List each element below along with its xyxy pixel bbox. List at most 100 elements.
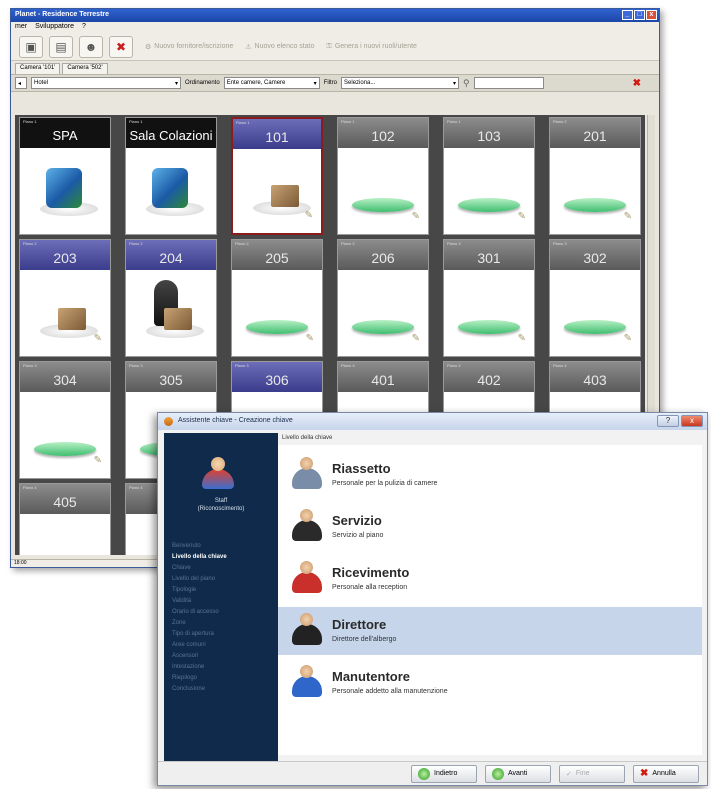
room-tile[interactable]: Piano 2 206 ✎ [337, 239, 429, 357]
room-number: 401 [371, 372, 395, 388]
room-number: 302 [583, 250, 607, 266]
save-icon[interactable]: ▣ [19, 35, 43, 58]
wrench-icon: ✎ [304, 210, 313, 221]
room-tile[interactable]: Piano 1 103 ✎ [443, 117, 535, 235]
room-tile[interactable]: Piano 2 201 ✎ [549, 117, 641, 235]
role-list: Riassetto Personale per la pulizia di cam… [278, 445, 702, 755]
person-icon [292, 509, 322, 541]
room-body: ✎ [20, 270, 110, 356]
room-header: Piano 2 204 [126, 240, 216, 270]
role-title: Riassetto [332, 461, 391, 476]
person-icon [292, 613, 322, 645]
cancel-button[interactable]: ✖ Annulla [633, 764, 699, 783]
wrench-icon: ✎ [93, 333, 102, 344]
role-title: Manutentore [332, 669, 410, 684]
clear-filter-icon[interactable]: ✖ [633, 78, 641, 89]
role-item-manutentore[interactable]: Manutentore Personale addetto alla manute… [278, 659, 702, 707]
person-icon [292, 561, 322, 593]
room-body [20, 148, 110, 234]
room-header: Piano 1 SPA [20, 118, 110, 148]
room-tile[interactable]: Piano 2 203 ✎ [19, 239, 111, 357]
filter-select[interactable]: Seleziona... ▾ [341, 77, 460, 89]
room-floor-label: Piano 2 [23, 241, 37, 246]
room-number: 306 [265, 372, 289, 388]
room-tile[interactable]: Piano 1 101 ✎ [231, 117, 323, 235]
room-header: Piano 2 203 [20, 240, 110, 270]
room-floor-label: Piano 4 [447, 363, 461, 368]
delete-icon[interactable]: ✖ [109, 35, 133, 58]
finish-button[interactable]: ✓ Fine [559, 764, 625, 783]
room-floor-label: Piano 3 [23, 363, 37, 368]
room-tabs: Camera '101' Camera '502' [11, 63, 659, 74]
warning-icon: ⚠ [245, 43, 252, 51]
room-floor-label: Piano 4 [129, 485, 143, 490]
building-select[interactable]: Hotel ▾ [31, 77, 181, 89]
room-number: 403 [583, 372, 607, 388]
room-tile[interactable]: Piano 4 405 [19, 483, 111, 555]
wizard-step: Validità [172, 598, 192, 604]
search-input[interactable] [473, 77, 544, 89]
role-item-direttore[interactable]: Direttore Direttore dell'albergo [278, 607, 702, 655]
check-icon: ✓ [566, 770, 572, 778]
minimize-icon[interactable]: _ [622, 10, 633, 20]
room-header: Piano 3 305 [126, 362, 216, 392]
room-number: 204 [159, 250, 183, 266]
search-icon[interactable]: ⚲ [463, 78, 470, 89]
toolbar-link-new-state[interactable]: ⚠ Nuovo elenco stato [245, 43, 314, 51]
menu-item-sviluppatore[interactable]: Sviluppatore [35, 23, 74, 32]
back-arrow-icon [418, 767, 430, 780]
menu-item-mer[interactable]: mer [15, 23, 27, 32]
room-tile[interactable]: Piano 1 SPA [19, 117, 111, 235]
wrench-icon: ✎ [411, 211, 420, 222]
room-floor-label: Piano 1 [23, 119, 37, 124]
room-tile[interactable]: Piano 3 304 ✎ [19, 361, 111, 479]
wizard-step: Chiave [172, 565, 191, 571]
room-floor-label: Piano 2 [341, 241, 355, 246]
wrench-icon: ✎ [93, 455, 102, 466]
room-free-disc-icon [352, 320, 414, 334]
luggage-icon [164, 308, 192, 330]
room-tile[interactable]: Piano 1 102 ✎ [337, 117, 429, 235]
role-description: Personale addetto alla manutenzione [332, 688, 448, 695]
room-tile[interactable]: Piano 2 204 [125, 239, 217, 357]
room-body: ✎ [20, 392, 110, 478]
document-icon[interactable]: ▤ [49, 35, 73, 58]
wizard-step: Zone [172, 620, 186, 626]
person-icon [292, 457, 322, 489]
tab-camera-101[interactable]: Camera '101' [15, 63, 61, 74]
room-floor-label: Piano 4 [553, 363, 567, 368]
wrench-icon: ✎ [517, 333, 526, 344]
room-header: Piano 3 306 [232, 362, 322, 392]
key-wizard-dialog: Assistente chiave - Creazione chiave ? x… [157, 412, 708, 786]
role-item-riassetto[interactable]: Riassetto Personale per la pulizia di cam… [278, 451, 702, 499]
room-body: ✎ [233, 149, 321, 233]
wrench-icon: ✎ [517, 211, 526, 222]
help-icon[interactable]: ? [657, 415, 679, 427]
users-icon[interactable]: ☻ [79, 35, 103, 58]
nav-left-button[interactable]: ◂ [15, 77, 27, 89]
room-number: 304 [53, 372, 77, 388]
room-tile[interactable]: Piano 1 Sala Colazioni [125, 117, 217, 235]
room-tile[interactable]: Piano 3 301 ✎ [443, 239, 535, 357]
role-item-ricevimento[interactable]: Ricevimento Personale alla reception [278, 555, 702, 603]
room-tile[interactable]: Piano 2 205 ✎ [231, 239, 323, 357]
room-header: Piano 3 302 [550, 240, 640, 270]
role-item-servizio[interactable]: Servizio Servizio al piano [278, 503, 702, 551]
room-number: 102 [371, 128, 395, 144]
maximize-icon[interactable]: □ [634, 10, 645, 20]
room-tile[interactable]: Piano 3 302 ✎ [549, 239, 641, 357]
main-titlebar: Planet - Residence Terrestre _ □ x [11, 9, 659, 22]
close-icon[interactable]: x [646, 10, 657, 20]
chevron-down-icon: ▾ [174, 80, 178, 87]
wizard-step: Aree comuni [172, 642, 206, 648]
sort-select[interactable]: Ente camere, Camere ▾ [223, 77, 320, 89]
room-floor-label: Piano 3 [447, 241, 461, 246]
menu-item-help[interactable]: ? [82, 23, 86, 32]
next-button[interactable]: Avanti [485, 764, 551, 783]
toolbar-link-new-supplier[interactable]: ⚙ Nuovo fornitore/iscrizione [145, 43, 233, 51]
close-icon[interactable]: x [681, 415, 703, 427]
back-button[interactable]: Indietro [411, 764, 477, 783]
role-description: Personale alla reception [332, 584, 408, 591]
toolbar-link-roles[interactable]: ⚿ Genera i nuovi ruoli/utente [326, 43, 416, 51]
tab-camera-502[interactable]: Camera '502' [62, 63, 108, 74]
